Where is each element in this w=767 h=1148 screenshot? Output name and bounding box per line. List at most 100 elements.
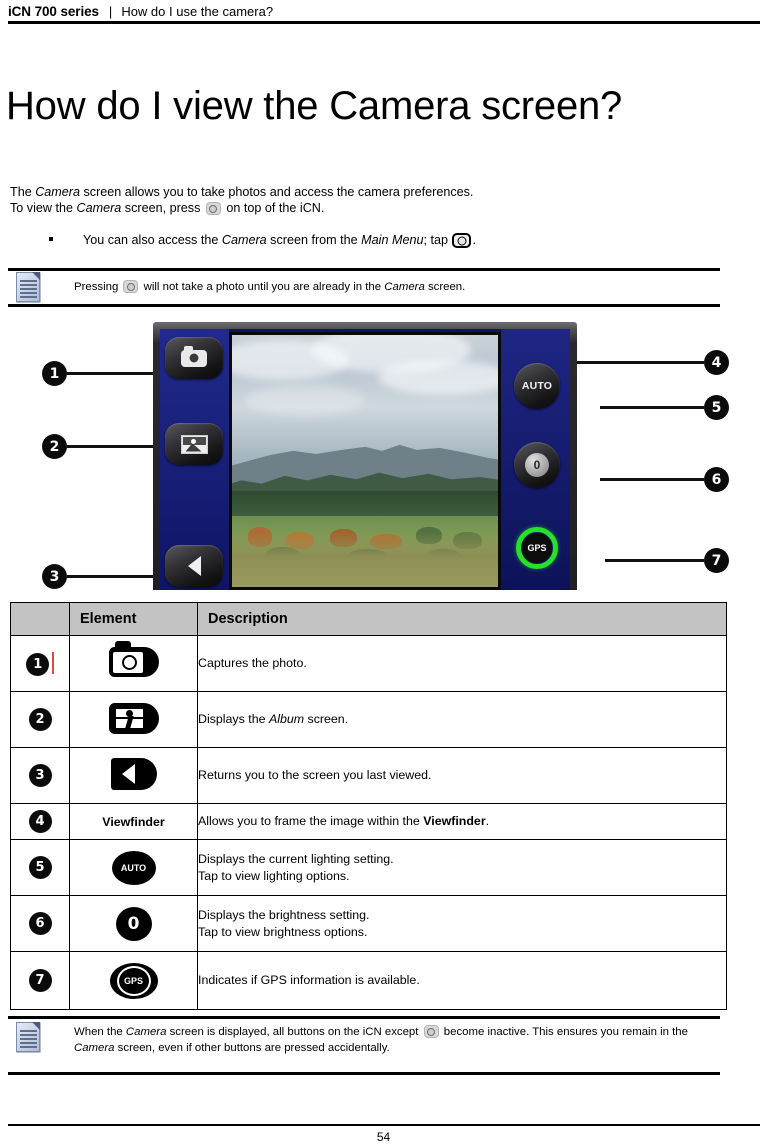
callout-2: 2 xyxy=(42,434,67,459)
note-icon-line xyxy=(20,292,37,294)
note-icon-line xyxy=(20,296,37,298)
row-number-badge: 7 xyxy=(28,969,52,992)
camera-shutter-icon xyxy=(108,641,159,677)
note-top-italic-camera: Camera xyxy=(384,281,425,293)
note-bottom-italic-camera-2: Camera xyxy=(74,1041,115,1054)
row-element-cell: 0 xyxy=(69,895,198,952)
gps-icon: GPS xyxy=(109,962,158,999)
note-icon-fold xyxy=(32,272,40,280)
lighting-setting-label: AUTO xyxy=(521,380,553,392)
back-arrow-chevron xyxy=(121,764,135,784)
note-top-rule xyxy=(8,268,720,271)
note-icon-line xyxy=(20,1030,37,1032)
row-number-badge: 4 xyxy=(28,810,52,833)
row-description-cell: Captures the photo. xyxy=(197,635,727,692)
album-icon xyxy=(180,434,208,454)
elements-description-table: Element Description 1 Captures the photo… xyxy=(10,602,727,1010)
bullet-list-item: You can also access the Camera screen fr… xyxy=(49,232,749,249)
intro-text-a: The xyxy=(10,185,36,199)
row-number-cell: 1 xyxy=(10,635,70,692)
intro-italic-camera: Camera xyxy=(35,185,80,199)
table-header-description: Description xyxy=(197,602,727,636)
row-description-cell: Returns you to the screen you last viewe… xyxy=(197,747,727,804)
row-desc-text-a: Displays the xyxy=(198,712,269,726)
note-top-rule-bottom xyxy=(8,304,720,307)
table-row: 1 Captures the photo. xyxy=(10,635,727,692)
running-header: iCN 700 series | How do I use the camera… xyxy=(0,0,767,22)
gps-status-button[interactable]: GPS xyxy=(514,525,560,571)
callout-7: 7 xyxy=(704,548,729,573)
row-number-cell: 4 xyxy=(10,803,70,840)
row-desc-line-1: Displays the brightness setting. xyxy=(198,907,370,922)
header-series-label: iCN 700 series xyxy=(8,3,99,19)
row-description-cell: Displays the Album screen. xyxy=(197,691,727,748)
row-description-cell: Indicates if GPS information is availabl… xyxy=(197,951,727,1010)
note-icon-line xyxy=(20,1034,37,1036)
row-number-cell: 3 xyxy=(10,747,70,804)
camera-shutter-icon xyxy=(423,1025,439,1038)
header-topic-label: How do I use the camera? xyxy=(121,3,274,19)
intro-paragraph-line-1: The Camera screen allows you to take pho… xyxy=(10,184,750,201)
note-document-icon xyxy=(16,272,40,302)
table-row: 6 0 Displays the brightness setting. Tap… xyxy=(10,895,727,952)
brightness-icon: 0 xyxy=(525,453,549,477)
row-description-cell: Displays the brightness setting. Tap to … xyxy=(197,895,727,952)
row-number-cell: 5 xyxy=(10,839,70,896)
row-element-cell xyxy=(69,747,198,804)
row-element-cell: AUTO xyxy=(69,839,198,896)
note-top-text: Pressing will not take a photo until you… xyxy=(74,280,714,296)
row-element-cell xyxy=(69,635,198,692)
back-button[interactable] xyxy=(165,545,223,587)
bullet-italic-camera: Camera xyxy=(221,233,267,247)
note-bottom-text-c: become inactive. This ensures you remain… xyxy=(440,1026,688,1038)
row-element-cell: GPS xyxy=(69,951,198,1010)
note-bottom-rule-bottom xyxy=(8,1072,720,1075)
row-number-badge: 5 xyxy=(28,856,52,879)
album-button[interactable] xyxy=(165,423,223,465)
row-desc-text: Indicates if GPS information is availabl… xyxy=(198,973,420,987)
brightness-setting-button[interactable]: 0 xyxy=(514,442,560,488)
note-bottom-text-d: screen, even if other buttons are presse… xyxy=(114,1041,390,1054)
footer-divider-rule xyxy=(8,1124,760,1126)
note-box-bottom: When the Camera screen is displayed, all… xyxy=(8,1016,720,1075)
note-icon-line xyxy=(20,1038,37,1040)
table-row: 7 GPS Indicates if GPS information is av… xyxy=(10,951,727,1010)
table-row: 3 Returns you to the screen you last vie… xyxy=(10,747,727,804)
intro2-text-c: on top of the iCN. xyxy=(222,201,325,215)
page-title: How do I view the Camera screen? xyxy=(6,83,623,128)
note-bottom-text: When the Camera screen is displayed, all… xyxy=(74,1025,714,1056)
camera-screen: AUTO 0 GPS xyxy=(160,329,570,590)
intro2-italic-camera: Camera xyxy=(76,201,122,215)
row-desc-line-1: Displays the current lighting setting. xyxy=(198,851,394,866)
row-number-badge: 3 xyxy=(28,764,52,787)
row-desc-text-b: screen. xyxy=(304,712,349,726)
row-desc-text-a: Allows you to frame the image within the xyxy=(198,814,424,828)
text-cursor-artifact xyxy=(52,651,54,674)
table-row: 4 Viewfinder Allows you to frame the ima… xyxy=(10,803,727,840)
camera-shutter-icon xyxy=(452,233,472,248)
row-number-cell: 6 xyxy=(10,895,70,952)
row-desc-italic: Album xyxy=(268,712,305,726)
intro-paragraph-line-2: To view the Camera screen, press on top … xyxy=(10,200,750,217)
row-desc-text-b: . xyxy=(485,814,490,828)
note-icon-line xyxy=(20,1042,37,1044)
row-number-badge: 1 xyxy=(26,652,50,676)
camera-icon-lens xyxy=(121,655,137,670)
lighting-setting-button[interactable]: AUTO xyxy=(514,363,560,409)
bullet-text-d: . xyxy=(472,233,476,247)
callout-3: 3 xyxy=(42,564,67,589)
capture-photo-button[interactable] xyxy=(165,337,223,379)
intro2-text-b: screen, press xyxy=(121,201,204,215)
row-number-badge: 6 xyxy=(28,912,52,935)
row-number-cell: 2 xyxy=(10,691,70,748)
row-element-name: Viewfinder xyxy=(69,803,198,840)
note-icon-line xyxy=(20,1046,37,1048)
table-header-element: Element xyxy=(69,602,198,636)
auto-lighting-label: AUTO xyxy=(120,862,147,873)
intro-text-b: screen allows you to take photos and acc… xyxy=(80,185,474,199)
album-icon-sun xyxy=(190,438,196,444)
viewfinder[interactable] xyxy=(229,332,501,590)
note-bottom-text-b: screen is displayed, all buttons on the … xyxy=(166,1026,422,1038)
row-number-cell: 7 xyxy=(10,951,70,1010)
note-icon-line xyxy=(20,284,37,286)
